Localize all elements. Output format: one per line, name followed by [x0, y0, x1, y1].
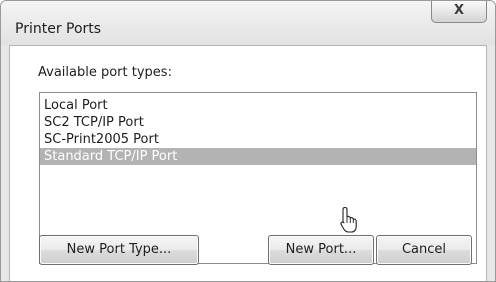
list-item-sc-print2005-port[interactable]: SC-Print2005 Port — [40, 131, 476, 148]
list-item-local-port[interactable]: Local Port — [40, 97, 476, 114]
close-button[interactable]: X — [431, 1, 487, 23]
cancel-button[interactable]: Cancel — [376, 235, 472, 265]
available-port-types-label: Available port types: — [38, 65, 172, 80]
dialog-title: Printer Ports — [15, 21, 102, 37]
title-bar: Printer Ports X — [1, 1, 495, 45]
new-port-type-button[interactable]: New Port Type... — [39, 235, 199, 265]
close-icon: X — [453, 3, 465, 18]
dialog-content: Available port types: Local Port SC2 TCP… — [9, 45, 487, 281]
hand-pointer-icon — [340, 206, 357, 233]
list-item-sc2-tcpip-port[interactable]: SC2 TCP/IP Port — [40, 114, 476, 131]
new-port-button[interactable]: New Port... — [268, 235, 374, 265]
printer-ports-dialog: Printer Ports X Available port types: Lo… — [0, 0, 496, 282]
list-item-standard-tcpip-port[interactable]: Standard TCP/IP Port — [40, 148, 476, 165]
